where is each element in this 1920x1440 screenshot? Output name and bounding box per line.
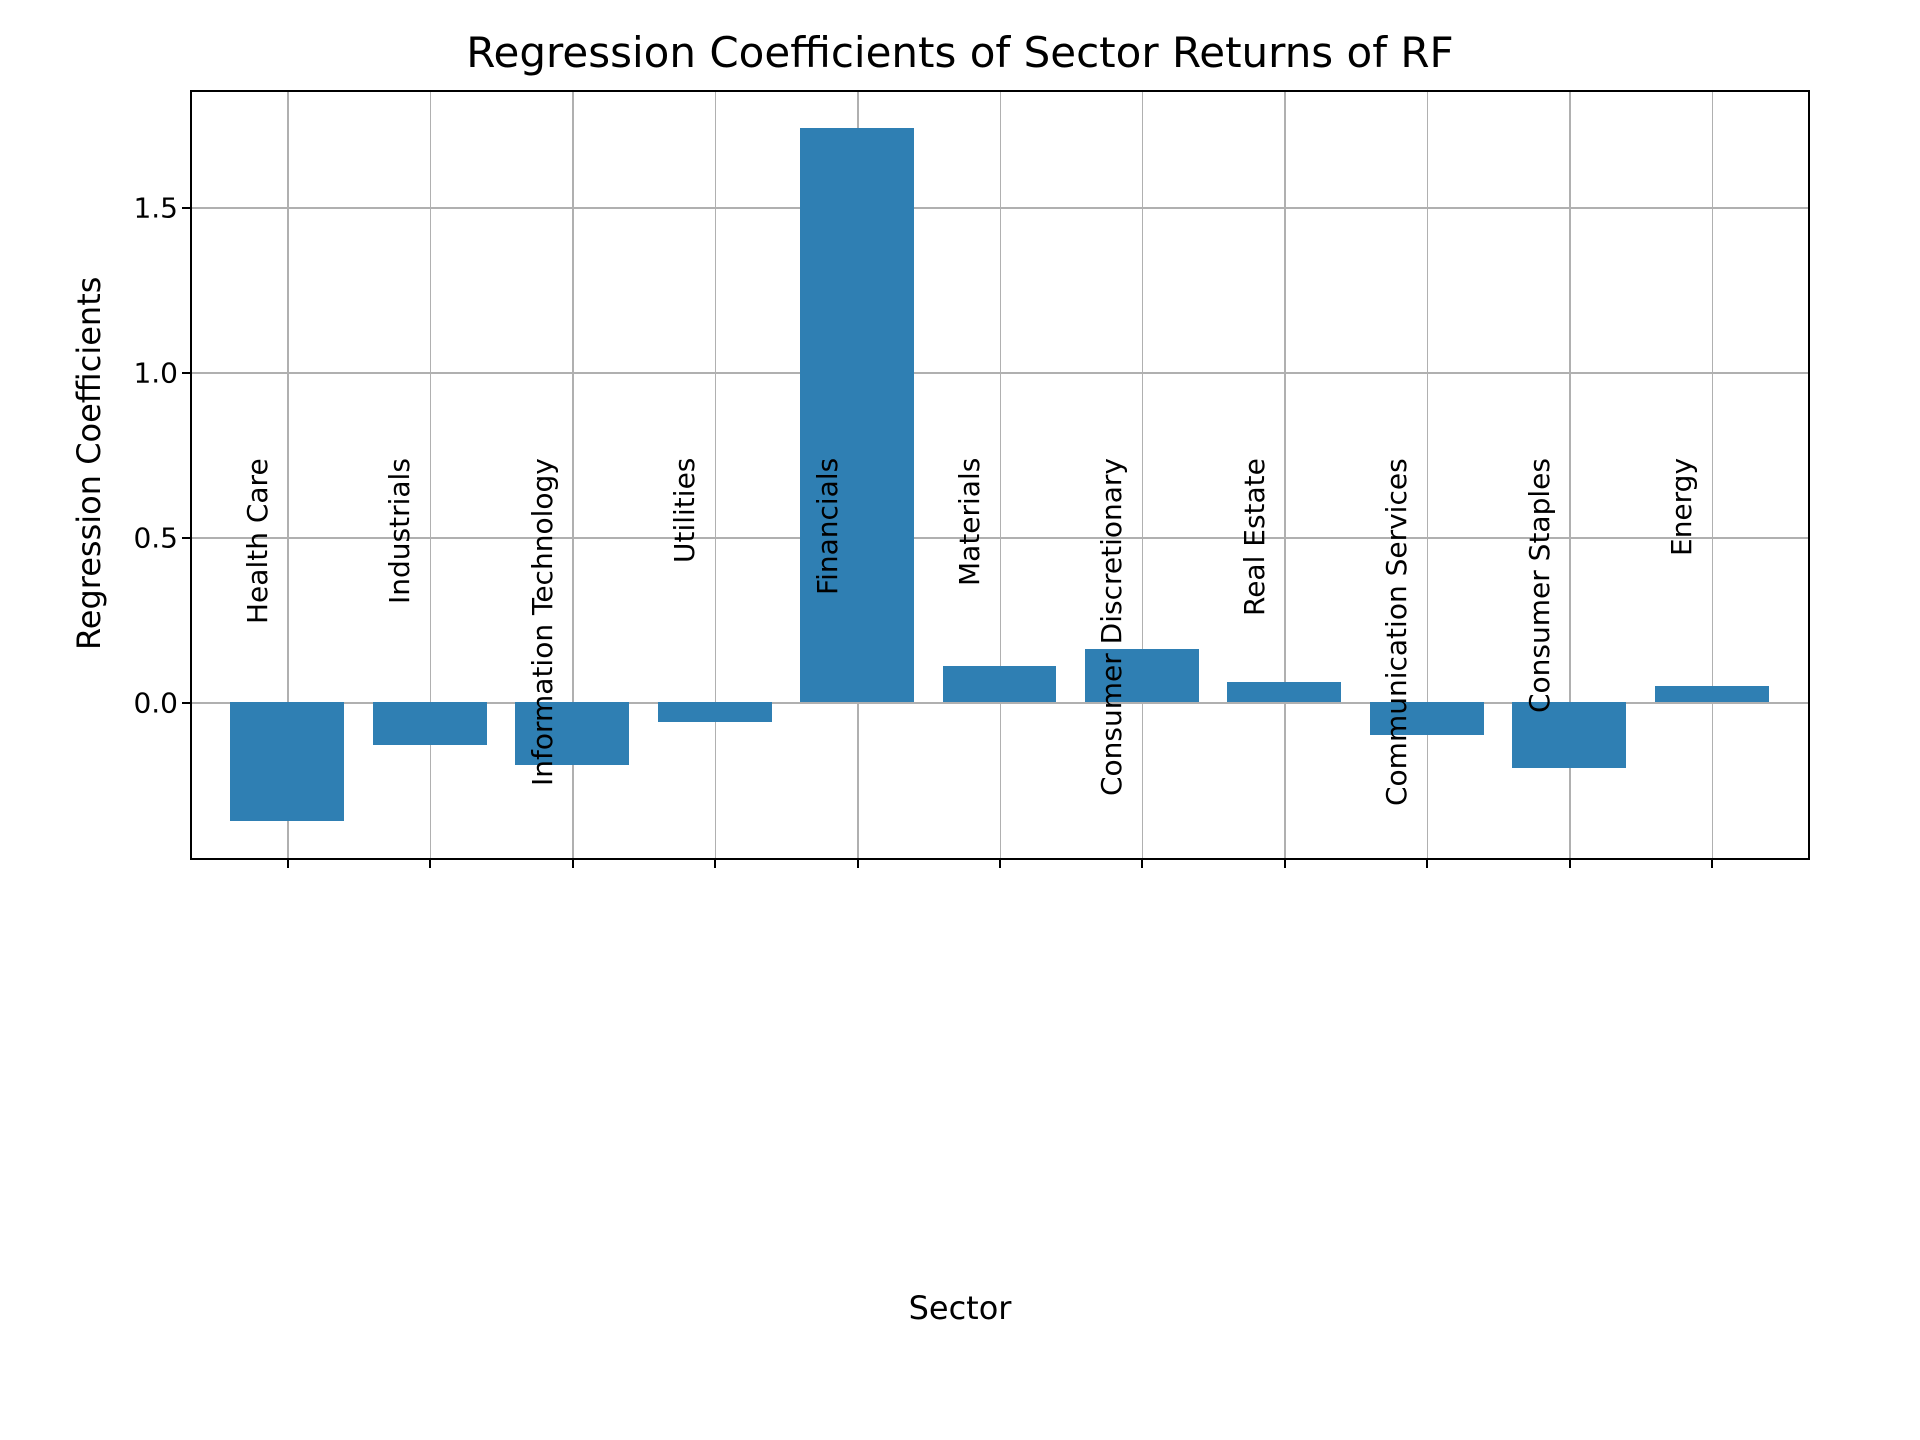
- x-tick-label: Materials: [953, 458, 986, 878]
- y-tick-mark: [182, 372, 190, 374]
- x-tick-label: Consumer Discretionary: [1095, 458, 1128, 878]
- gridline-v: [715, 92, 717, 858]
- x-tick-label: Real Estate: [1238, 458, 1271, 878]
- y-tick-mark: [182, 207, 190, 209]
- y-tick-mark: [182, 702, 190, 704]
- x-tick-mark: [1711, 860, 1713, 868]
- gridline-v: [1712, 92, 1714, 858]
- gridline-v: [1284, 92, 1286, 858]
- x-tick-label: Financials: [811, 458, 844, 878]
- x-tick-mark: [999, 860, 1001, 868]
- plot-area: [190, 90, 1810, 860]
- y-axis-label: Regression Coefficients: [70, 277, 108, 650]
- x-tick-mark: [1426, 860, 1428, 868]
- gridline-v: [1427, 92, 1429, 858]
- x-axis-label: Sector: [0, 1289, 1920, 1327]
- x-tick-mark: [1141, 860, 1143, 868]
- x-tick-mark: [1569, 860, 1571, 868]
- x-tick-label: Communication Services: [1380, 458, 1413, 878]
- gridline-v: [1142, 92, 1144, 858]
- x-tick-mark: [857, 860, 859, 868]
- x-tick-label: Energy: [1665, 458, 1698, 878]
- gridline-v: [1000, 92, 1002, 858]
- x-tick-mark: [714, 860, 716, 868]
- x-tick-mark: [572, 860, 574, 868]
- y-tick-label: 1.0: [58, 356, 178, 389]
- x-tick-label: Industrials: [383, 458, 416, 878]
- x-tick-mark: [287, 860, 289, 868]
- y-tick-mark: [182, 537, 190, 539]
- y-tick-label: 1.5: [58, 191, 178, 224]
- x-tick-mark: [1284, 860, 1286, 868]
- x-tick-label: Consumer Staples: [1523, 458, 1556, 878]
- figure: Regression Coefficients of Sector Return…: [0, 0, 1920, 1440]
- x-tick-label: Health Care: [241, 458, 274, 878]
- x-tick-label: Utilities: [668, 458, 701, 878]
- y-tick-label: 0.0: [58, 686, 178, 719]
- y-tick-label: 0.5: [58, 521, 178, 554]
- x-tick-mark: [429, 860, 431, 868]
- chart-title: Regression Coefficients of Sector Return…: [0, 28, 1920, 77]
- plot-inner: [192, 92, 1808, 858]
- x-tick-label: Information Technology: [526, 458, 559, 878]
